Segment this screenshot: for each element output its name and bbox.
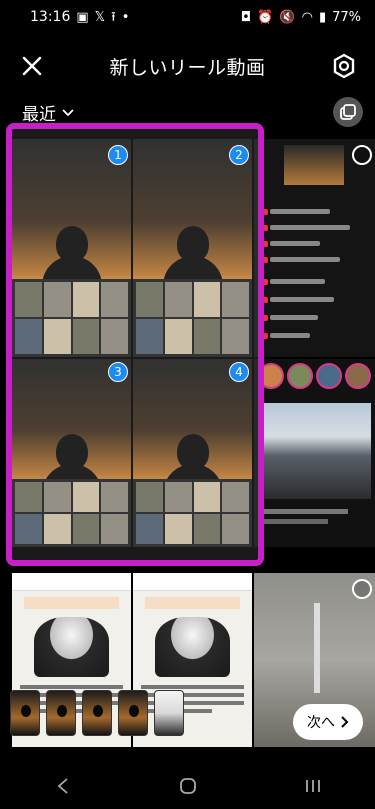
x-app-icon: 𝕏: [94, 9, 106, 25]
chevron-down-icon: [62, 108, 74, 116]
media-thumbnail[interactable]: [254, 359, 375, 547]
thumbnail-strip: [133, 479, 252, 547]
selection-badge[interactable]: 1: [108, 145, 128, 165]
thumbnail-strip: [133, 278, 252, 357]
selected-thumbnail[interactable]: [82, 690, 112, 736]
close-button[interactable]: [18, 52, 46, 80]
chevron-right-icon: [341, 716, 349, 728]
status-bar: 13:16 ▣ 𝕏 ⭱ • ◘ ⏰ 🔇 ◠ ▮ 77%: [0, 0, 375, 34]
select-circle[interactable]: [352, 145, 372, 165]
signal-icon: ▮: [318, 9, 327, 25]
next-label: 次へ: [307, 715, 335, 731]
nfc-icon: ◘: [240, 9, 252, 25]
selected-thumbnail[interactable]: [118, 690, 148, 736]
page-title: 新しいリール動画: [109, 56, 266, 79]
album-label: 最近: [22, 105, 56, 125]
recents-icon: [305, 779, 320, 792]
settings-button[interactable]: [329, 51, 359, 81]
close-icon: [22, 56, 42, 76]
selected-thumbnail[interactable]: [10, 690, 40, 736]
multi-select-icon: [340, 104, 356, 120]
select-circle[interactable]: [352, 579, 372, 599]
system-navbar: [0, 762, 375, 809]
media-thumbnail[interactable]: [133, 139, 252, 357]
header: 新しいリール動画: [0, 42, 375, 90]
selected-thumbnail[interactable]: [154, 690, 184, 736]
selected-thumbnail[interactable]: [46, 690, 76, 736]
upload-icon: ⭱: [111, 9, 116, 25]
media-thumbnail[interactable]: [12, 139, 131, 357]
wifi-icon: ◠: [301, 9, 313, 25]
selection-badge[interactable]: 2: [229, 145, 249, 165]
gallery-icon: ▣: [76, 9, 89, 25]
album-selector[interactable]: 最近: [22, 100, 74, 125]
selected-media-tray: [10, 690, 184, 744]
multi-select-button[interactable]: [333, 97, 363, 127]
media-thumbnail[interactable]: [12, 359, 131, 547]
media-thumbnail[interactable]: [133, 359, 252, 547]
back-icon: [57, 777, 68, 794]
dot-icon: •: [121, 9, 130, 25]
selection-badge[interactable]: 4: [229, 362, 249, 382]
status-left: 13:16 ▣ 𝕏 ⭱ •: [30, 9, 129, 25]
alarm-icon: ⏰: [257, 9, 274, 25]
thumbnail-strip: [12, 278, 131, 357]
home-icon: [179, 777, 196, 794]
status-right: ◘ ⏰ 🔇 ◠ ▮ 77%: [241, 10, 361, 25]
media-thumbnail[interactable]: [254, 139, 375, 357]
media-grid: [0, 125, 375, 747]
next-button[interactable]: 次へ: [293, 704, 363, 740]
selection-badge[interactable]: 3: [108, 362, 128, 382]
mute-icon: 🔇: [279, 9, 296, 25]
thumbnail-strip: [12, 479, 131, 547]
back-button[interactable]: [43, 771, 83, 801]
gear-icon: [333, 53, 355, 79]
recents-button[interactable]: [293, 771, 333, 801]
battery-level: 77%: [332, 9, 361, 25]
home-button[interactable]: [168, 771, 208, 801]
clock: 13:16: [30, 9, 71, 25]
